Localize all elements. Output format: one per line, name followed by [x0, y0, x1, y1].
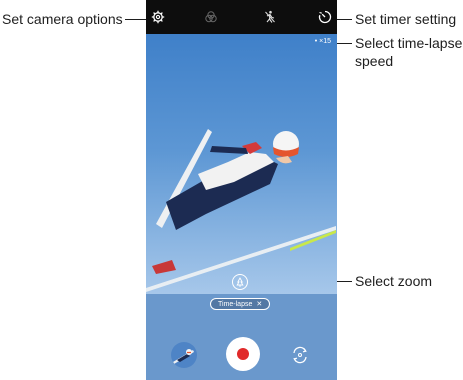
timer-icon[interactable] [318, 10, 332, 24]
ski-jumper-scene [146, 129, 336, 292]
jumper-arm [210, 146, 248, 154]
camera-viewfinder[interactable]: • ×15 [146, 34, 337, 294]
annotation-zoom: Select zoom [355, 273, 433, 289]
record-dot [237, 348, 249, 360]
leader-line-timelapse-speed [336, 43, 352, 44]
thumbnail-image [173, 349, 194, 364]
annotation-timelapse-speed-line2: speed [355, 53, 394, 69]
camera-bottom-controls: Time-lapse ✕ [146, 294, 337, 380]
mode-chip[interactable]: Time-lapse ✕ [210, 298, 271, 310]
camera-screen: • ×15 Time-lapse ✕ [146, 0, 337, 380]
filter-icon[interactable] [204, 10, 218, 24]
zoom-button[interactable] [232, 274, 248, 290]
annotation-camera-options: Set camera options [2, 11, 123, 27]
face [276, 156, 292, 164]
annotation-timer-setting: Set timer setting [355, 11, 457, 27]
gallery-thumbnail[interactable] [171, 342, 197, 368]
close-icon[interactable]: ✕ [256, 300, 262, 308]
zoom-tree-icon [236, 277, 244, 287]
boot [152, 260, 176, 274]
switch-camera-icon[interactable] [291, 346, 309, 364]
gear-icon[interactable] [151, 10, 165, 24]
annotation-timelapse-speed-line1: Select time-lapse [355, 35, 463, 51]
record-button[interactable] [226, 337, 260, 371]
mode-chip-label: Time-lapse [218, 300, 253, 308]
camera-top-bar [146, 0, 337, 34]
motion-icon[interactable] [263, 10, 277, 24]
